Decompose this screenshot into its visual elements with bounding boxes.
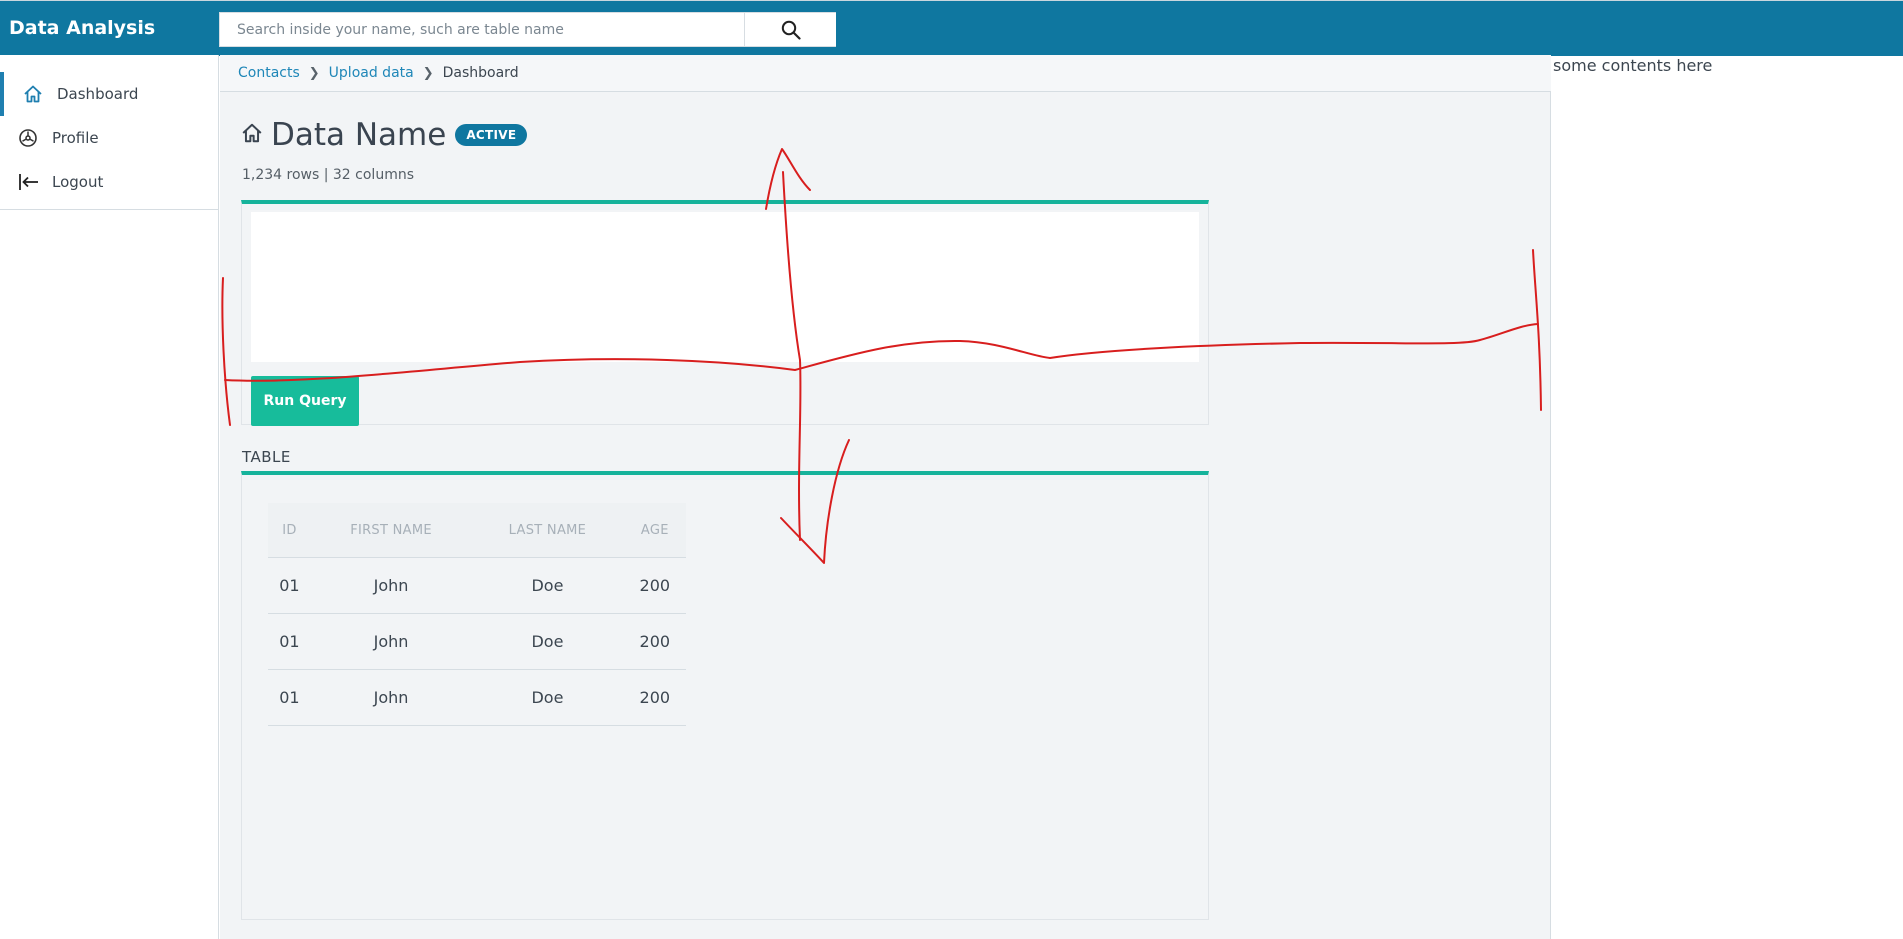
search-icon xyxy=(781,20,801,40)
table-cell: 200 xyxy=(623,669,686,726)
table-row[interactable]: 01 John Doe 200 xyxy=(268,669,686,726)
right-panel-text: some contents here xyxy=(1553,56,1713,75)
column-header[interactable]: AGE xyxy=(623,503,686,558)
chevron-right-icon: ❯ xyxy=(422,65,434,81)
table-cell: Doe xyxy=(471,613,624,670)
table-cell: Doe xyxy=(471,557,624,614)
table-cell: John xyxy=(310,557,472,614)
page-header: Data Name ACTIVE xyxy=(241,117,528,153)
top-bar: Data Analysis xyxy=(0,0,1903,56)
search-button[interactable] xyxy=(744,13,836,46)
table-header-row: ID FIRST NAME LAST NAME AGE xyxy=(268,503,686,558)
sidebar: Dashboard Profile Logout xyxy=(0,55,219,939)
run-query-button[interactable]: Run Query xyxy=(251,376,359,426)
table-cell: John xyxy=(310,669,472,726)
page-title: Data Name xyxy=(271,117,447,153)
query-editor[interactable] xyxy=(251,212,1199,362)
dashboard-gauge-icon xyxy=(18,127,42,149)
search-box xyxy=(219,12,836,47)
breadcrumb-current: Dashboard xyxy=(442,65,519,81)
table-cell: 01 xyxy=(268,557,311,614)
main-content: Contacts ❯ Upload data ❯ Dashboard Data … xyxy=(220,55,1551,939)
app-title: Data Analysis xyxy=(9,17,156,39)
logout-icon xyxy=(18,171,42,193)
search-input[interactable] xyxy=(220,13,744,46)
column-header[interactable]: ID xyxy=(268,503,311,558)
table-cell: John xyxy=(310,613,472,670)
table-cell: 01 xyxy=(268,613,311,670)
sidebar-item-dashboard[interactable]: Dashboard xyxy=(0,72,218,116)
column-header[interactable]: FIRST NAME xyxy=(310,503,472,558)
table-cell: 200 xyxy=(623,557,686,614)
table-panel: ID FIRST NAME LAST NAME AGE 01 John Doe … xyxy=(241,471,1209,920)
table-cell: 200 xyxy=(623,613,686,670)
sidebar-nav: Dashboard Profile Logout xyxy=(0,55,218,210)
query-panel: Run Query xyxy=(241,200,1209,426)
table-cell: 01 xyxy=(268,669,311,726)
column-header[interactable]: LAST NAME xyxy=(471,503,624,558)
data-table: ID FIRST NAME LAST NAME AGE 01 John Doe … xyxy=(268,503,686,726)
sidebar-item-profile[interactable]: Profile xyxy=(0,116,218,160)
breadcrumb-upload-data[interactable]: Upload data xyxy=(329,65,414,81)
table-section-label: TABLE xyxy=(242,448,291,466)
dataset-meta: 1,234 rows | 32 columns xyxy=(242,167,414,183)
sidebar-item-label: Logout xyxy=(52,173,104,191)
status-badge: ACTIVE xyxy=(455,124,528,146)
table-row[interactable]: 01 John Doe 200 xyxy=(268,557,686,614)
breadcrumb: Contacts ❯ Upload data ❯ Dashboard xyxy=(220,55,1551,92)
table-cell: Doe xyxy=(471,669,624,726)
table-row[interactable]: 01 John Doe 200 xyxy=(268,613,686,670)
sidebar-item-label: Profile xyxy=(52,129,99,147)
chevron-right-icon: ❯ xyxy=(308,65,320,81)
breadcrumb-contacts[interactable]: Contacts xyxy=(238,65,300,81)
sidebar-item-label: Dashboard xyxy=(57,85,139,103)
sidebar-item-logout[interactable]: Logout xyxy=(0,160,218,204)
home-icon xyxy=(23,83,47,105)
home-icon xyxy=(241,122,263,148)
